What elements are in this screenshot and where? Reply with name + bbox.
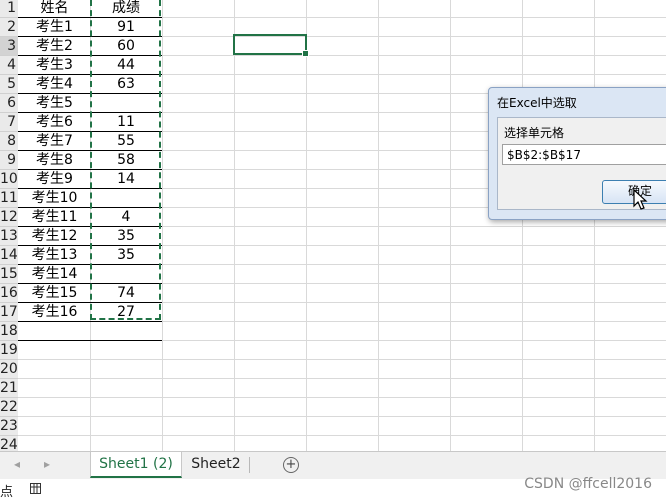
gridline — [450, 0, 451, 451]
tab-prev-icon[interactable]: ◂ — [14, 457, 20, 471]
row-header[interactable]: 16 — [0, 284, 18, 303]
status-text: 点 — [0, 485, 14, 500]
name-cell[interactable]: 考生4 — [19, 75, 90, 94]
gridline — [306, 0, 307, 451]
row-header[interactable]: 18 — [0, 322, 18, 341]
dialog-title: 在Excel中选取 — [497, 96, 577, 110]
add-sheet-icon[interactable]: + — [283, 457, 299, 473]
gridline — [378, 0, 379, 451]
row-header[interactable]: 3 — [0, 37, 18, 56]
name-cell[interactable]: 考生5 — [19, 94, 90, 113]
gridline — [18, 378, 666, 379]
row-header[interactable]: 5 — [0, 75, 18, 94]
row-header[interactable]: 7 — [0, 113, 18, 132]
gridline — [522, 0, 523, 451]
select-cells-label: 选择单元格 — [504, 126, 565, 140]
row-header[interactable]: 6 — [0, 94, 18, 113]
name-cell[interactable]: 考生9 — [19, 170, 90, 189]
row-header[interactable]: 4 — [0, 56, 18, 75]
header-name[interactable]: 姓名 — [19, 0, 90, 18]
name-cell[interactable]: 考生7 — [19, 132, 90, 151]
tab-sheet1-copy[interactable]: Sheet1 (2) — [90, 452, 182, 478]
name-cell[interactable]: 考生8 — [19, 151, 90, 170]
gridline — [234, 0, 235, 451]
tab-next-icon[interactable]: ▸ — [44, 457, 50, 471]
name-cell[interactable]: 考生6 — [19, 113, 90, 132]
copy-selection-marquee — [90, 0, 161, 320]
mouse-pointer-icon — [633, 189, 648, 210]
row-header[interactable]: 9 — [0, 151, 18, 170]
row-header[interactable]: 19 — [0, 341, 18, 360]
row-header[interactable]: 8 — [0, 132, 18, 151]
row-header[interactable]: 17 — [0, 303, 18, 322]
row-header[interactable]: 13 — [0, 227, 18, 246]
name-cell[interactable]: 考生13 — [19, 246, 90, 265]
gridline — [18, 435, 666, 436]
gridline — [18, 416, 666, 417]
row-header[interactable]: 11 — [0, 189, 18, 208]
name-cell[interactable]: 考生3 — [19, 56, 90, 75]
gridline — [18, 359, 666, 360]
gridline — [18, 397, 666, 398]
table-border — [18, 340, 162, 341]
name-cell[interactable]: 考生2 — [19, 37, 90, 56]
row-header[interactable]: 14 — [0, 246, 18, 265]
row-header[interactable]: 10 — [0, 170, 18, 189]
table-border — [18, 321, 162, 322]
watermark: CSDN @ffcell2016 — [524, 476, 652, 492]
row-header[interactable]: 23 — [0, 417, 18, 436]
row-header[interactable]: 20 — [0, 360, 18, 379]
row-header[interactable]: 22 — [0, 398, 18, 417]
row-header[interactable]: 1 — [0, 0, 18, 18]
gridline — [594, 0, 595, 451]
name-cell[interactable]: 考生11 — [19, 208, 90, 227]
sheet-tab-bar: ◂ ▸ Sheet1 (2) Sheet2 + — [0, 451, 666, 479]
name-cell[interactable]: 考生14 — [19, 265, 90, 284]
tab-sheet2[interactable]: Sheet2 — [184, 452, 248, 476]
row-header[interactable]: 2 — [0, 18, 18, 37]
gridline — [162, 0, 163, 451]
row-header[interactable]: 12 — [0, 208, 18, 227]
name-cell[interactable]: 考生12 — [19, 227, 90, 246]
name-cell[interactable]: 考生1 — [19, 18, 90, 37]
name-cell[interactable]: 考生16 — [19, 303, 90, 322]
name-cell[interactable]: 考生10 — [19, 189, 90, 208]
range-input[interactable]: $B$2:$B$17 — [502, 144, 666, 165]
row-header[interactable]: 21 — [0, 379, 18, 398]
row-header[interactable]: 15 — [0, 265, 18, 284]
name-cell[interactable]: 考生15 — [19, 284, 90, 303]
fill-handle[interactable] — [302, 50, 309, 57]
active-cell[interactable] — [233, 34, 309, 57]
grid-view-icon[interactable] — [30, 483, 41, 494]
tab-divider — [249, 457, 250, 473]
